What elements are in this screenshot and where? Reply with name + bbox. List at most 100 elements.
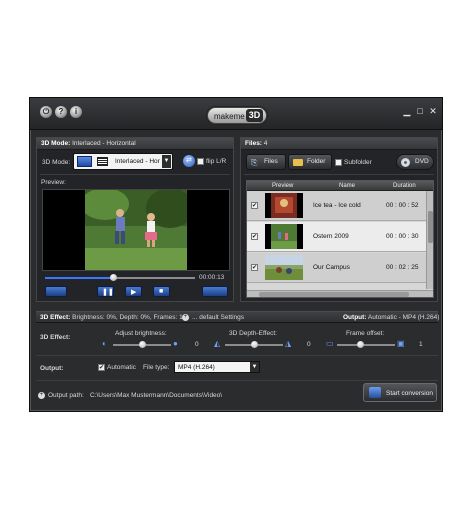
output-summary: Output: Automatic - MP4 (H.264) [343,314,439,321]
row-checkbox[interactable]: ✔ [251,264,258,271]
depth-value: 0 [307,341,311,348]
frame-low-icon: ▭ [326,339,334,348]
app-logo: makeme 3D [207,107,267,124]
mode-divider [40,174,230,175]
horizontal-scrollbar[interactable] [247,290,433,297]
output-summary-value: Automatic - MP4 (H.264) [367,314,440,321]
automatic-label: Automatic [107,364,136,371]
play-icon: ▶ [131,289,137,296]
snapshot-button[interactable] [45,286,67,297]
file-table: Preview Name Duration ✔ Ice tea - Ice co… [246,180,434,298]
frame-offset-slider[interactable] [337,344,395,346]
column-header-preview[interactable]: Preview [272,183,293,189]
title-bar: ⏻ ? i makeme 3D ▁ □ ✕ [30,98,442,130]
start-conversion-label: Start conversion [386,390,433,397]
effect-summary-bar: 3D Effect: Brightness: 0%, Depth: 0%, Fr… [36,311,439,323]
horizontal-scroll-thumb[interactable] [259,292,409,297]
depth-high-icon: ◮ [285,339,292,348]
time-display: 00:00:13 [199,274,225,281]
files-divider [244,174,434,175]
file-type-value: MP4 (H.264) [178,364,215,371]
mode-panel: 3D Mode: Interlaced - Horizontal 3D Mode… [36,137,234,302]
output-label: Output: [40,365,64,372]
output-path-label: Output path: [48,392,84,399]
effect-summary-value: Brightness: 0%, Depth: 0%, Frames: 1 [72,314,183,321]
dvd-button[interactable]: DVD [396,154,434,170]
frame-high-icon: ▣ [397,339,405,348]
start-conversion-button[interactable]: Start conversion [363,383,437,402]
app-window: ⏻ ? i makeme 3D ▁ □ ✕ 3D Mode: Interlace… [29,97,443,412]
info-icon[interactable]: i [70,106,82,118]
anaglyph-mode-icon[interactable] [77,156,92,167]
flip-checkbox[interactable] [197,158,204,165]
brightness-slider-knob[interactable] [139,341,146,348]
mode-header-label: 3D Mode: [41,140,71,147]
effect-summary: 3D Effect: Brightness: 0%, Depth: 0%, Fr… [40,314,183,321]
seek-knob[interactable] [109,274,117,281]
files-button-label: Files [264,158,278,165]
volume-button[interactable] [202,286,228,297]
row-name: Ice tea - Ice cold [313,202,361,209]
row-duration: 00 : 02 : 25 [386,264,419,271]
maximize-icon[interactable]: □ [415,106,425,116]
row-checkbox[interactable]: ✔ [251,233,258,240]
play-button[interactable]: ▶ [125,286,142,297]
file-type-label: File type: [143,364,170,371]
frame-offset-label: Frame offset: [346,330,385,337]
disc-icon [401,158,410,167]
mode-header-value: Interlaced - Horizontal [72,140,136,147]
subfolder-label: Subfolder [344,159,372,166]
video-frame [85,190,187,270]
effect-summary-label: 3D Effect: [40,314,71,321]
preview-label: Preview: [41,179,66,186]
depth-low-icon: ◭ [214,339,221,348]
help-icon[interactable]: ? [55,106,67,118]
power-icon[interactable]: ⏻ [40,106,52,118]
brightness-low-icon: ◐ [102,339,107,348]
table-row[interactable]: ✔ Ice tea - Ice cold 00 : 00 : 52 [247,191,433,221]
output-path-icon[interactable]: + [38,392,45,399]
default-settings-icon[interactable]: + [182,314,189,321]
table-row[interactable]: ✔ Our Campus 00 : 02 : 25 [247,253,433,283]
pause-button[interactable]: ❚❚ [97,286,114,297]
stop-button[interactable]: ■ [153,286,170,297]
minimize-icon[interactable]: ▁ [402,106,412,116]
subfolder-checkbox[interactable] [335,159,342,166]
seek-progress [45,277,113,279]
flip-label: flip L/R [206,158,227,165]
depth-slider-knob[interactable] [251,341,258,348]
row-checkbox[interactable]: ✔ [251,202,258,209]
files-icon: ⎘ [251,158,258,167]
close-icon[interactable]: ✕ [428,106,438,116]
output-path-value[interactable]: C:\Users\Max Mustermann\Documents\Video\ [90,392,222,399]
output-divider [36,380,438,381]
files-header-label: Files: [245,140,262,147]
logo-text: makeme [214,112,245,121]
row-thumbnail [265,255,303,280]
column-header-name[interactable]: Name [339,183,355,189]
interlaced-mode-icon[interactable] [97,157,108,166]
vertical-scrollbar[interactable] [426,191,433,289]
files-button[interactable]: ⎘ Files [246,154,286,170]
chevron-down-icon[interactable]: ▼ [162,155,171,168]
chevron-down-icon[interactable]: ▼ [250,362,259,372]
brightness-label: Adjust brightness: [115,330,167,337]
table-header: Preview Name Duration [247,181,433,191]
column-header-duration[interactable]: Duration [393,183,416,189]
dvd-button-label: DVD [415,158,429,165]
logo-badge: 3D [246,109,263,122]
stop-icon: ■ [159,288,164,295]
folder-button[interactable]: Folder [288,154,332,170]
frame-offset-slider-knob[interactable] [357,341,365,348]
default-settings-link[interactable]: ... default Settings [192,314,244,321]
table-row[interactable]: ✔ Ostern 2009 00 : 00 : 30 [247,222,433,252]
mode-select[interactable]: Interlaced - Hor ▼ [73,153,173,170]
vertical-scroll-thumb[interactable] [428,211,433,243]
file-type-select[interactable]: MP4 (H.264) ▼ [174,361,260,373]
row-name: Ostern 2009 [313,233,349,240]
effect-controls-label: 3D Effect: [40,334,71,341]
video-preview[interactable] [42,189,230,271]
flip-icon[interactable]: ⇄ [183,155,195,167]
automatic-checkbox[interactable]: ✔ [98,364,105,371]
row-duration: 00 : 00 : 52 [386,202,419,209]
